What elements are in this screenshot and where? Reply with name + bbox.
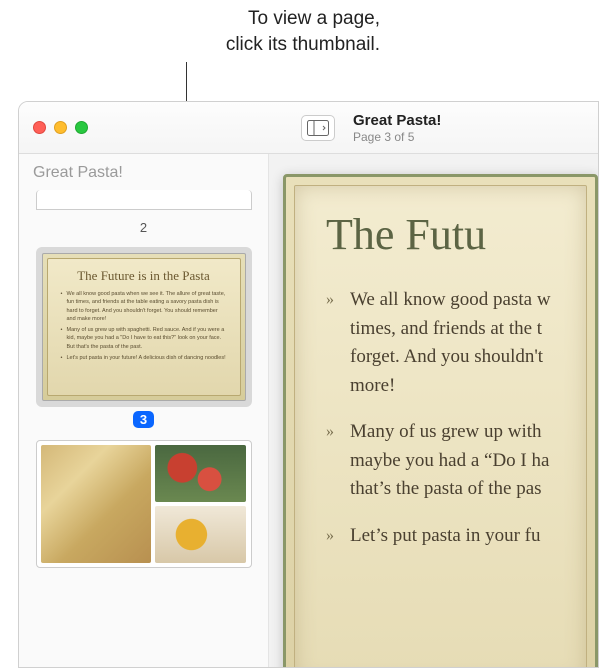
thumb3-bullet: We all know good pasta when we see it. T… [61,290,227,323]
titlebar: Great Pasta! Page 3 of 5 [19,102,598,154]
thumbnail-1-peek [36,190,252,210]
minimize-window-button[interactable] [54,121,67,134]
main-page-view[interactable]: The Futu We all know good pasta wtimes, … [269,154,598,667]
thumb3-bullets: We all know good pasta when we see it. T… [61,290,227,362]
fullscreen-window-button[interactable] [75,121,88,134]
page-bullets: We all know good pasta wtimes, and frien… [326,286,565,550]
help-callout: To view a page, click its thumbnail. [0,6,380,57]
document-title: Great Pasta! [353,112,441,129]
page-number-2: 2 [140,220,147,235]
thumb3-bullet: Let's put pasta in your future! A delici… [61,354,227,362]
sidebar-icon [307,120,329,136]
thumbnail-page-1-partial[interactable] [29,190,258,210]
thumbnail-sidebar: Great Pasta! 2 The Future is in the Past… [19,154,269,667]
callout-text-1: To view a page, [248,8,380,29]
thumb4-photo-pasta [41,445,151,563]
thumbnail-page-4[interactable] [29,440,258,568]
close-window-button[interactable] [33,121,46,134]
callout-text-2: click its thumbnail. [226,34,380,55]
page-bullet: We all know good pasta wtimes, and frien… [326,286,565,400]
page-indicator: Page 3 of 5 [353,130,441,144]
thumb3-bullet: Many of us grew up with spaghetti. Red s… [61,326,227,351]
page-bullet: Many of us grew up withmaybe you had a “… [326,418,565,504]
page-content: The Futu We all know good pasta wtimes, … [283,174,598,667]
preview-window: Great Pasta! Page 3 of 5 Great Pasta! 2 … [18,101,599,668]
thumb3-title: The Future is in the Pasta [61,268,227,284]
thumb4-photo-tomatoes [155,445,247,502]
thumbnail-page-3[interactable]: The Future is in the Pasta We all know g… [29,247,258,434]
sidebar-view-toggle[interactable] [301,115,335,141]
page-title: The Futu [326,209,565,260]
page-bullet: Let’s put pasta in your fu [326,522,565,551]
thumb4-photo-dish [155,506,247,563]
title-block: Great Pasta! Page 3 of 5 [353,112,441,144]
page-number-3-badge: 3 [133,411,154,428]
window-controls [33,121,88,134]
sidebar-doc-title: Great Pasta! [33,164,258,182]
